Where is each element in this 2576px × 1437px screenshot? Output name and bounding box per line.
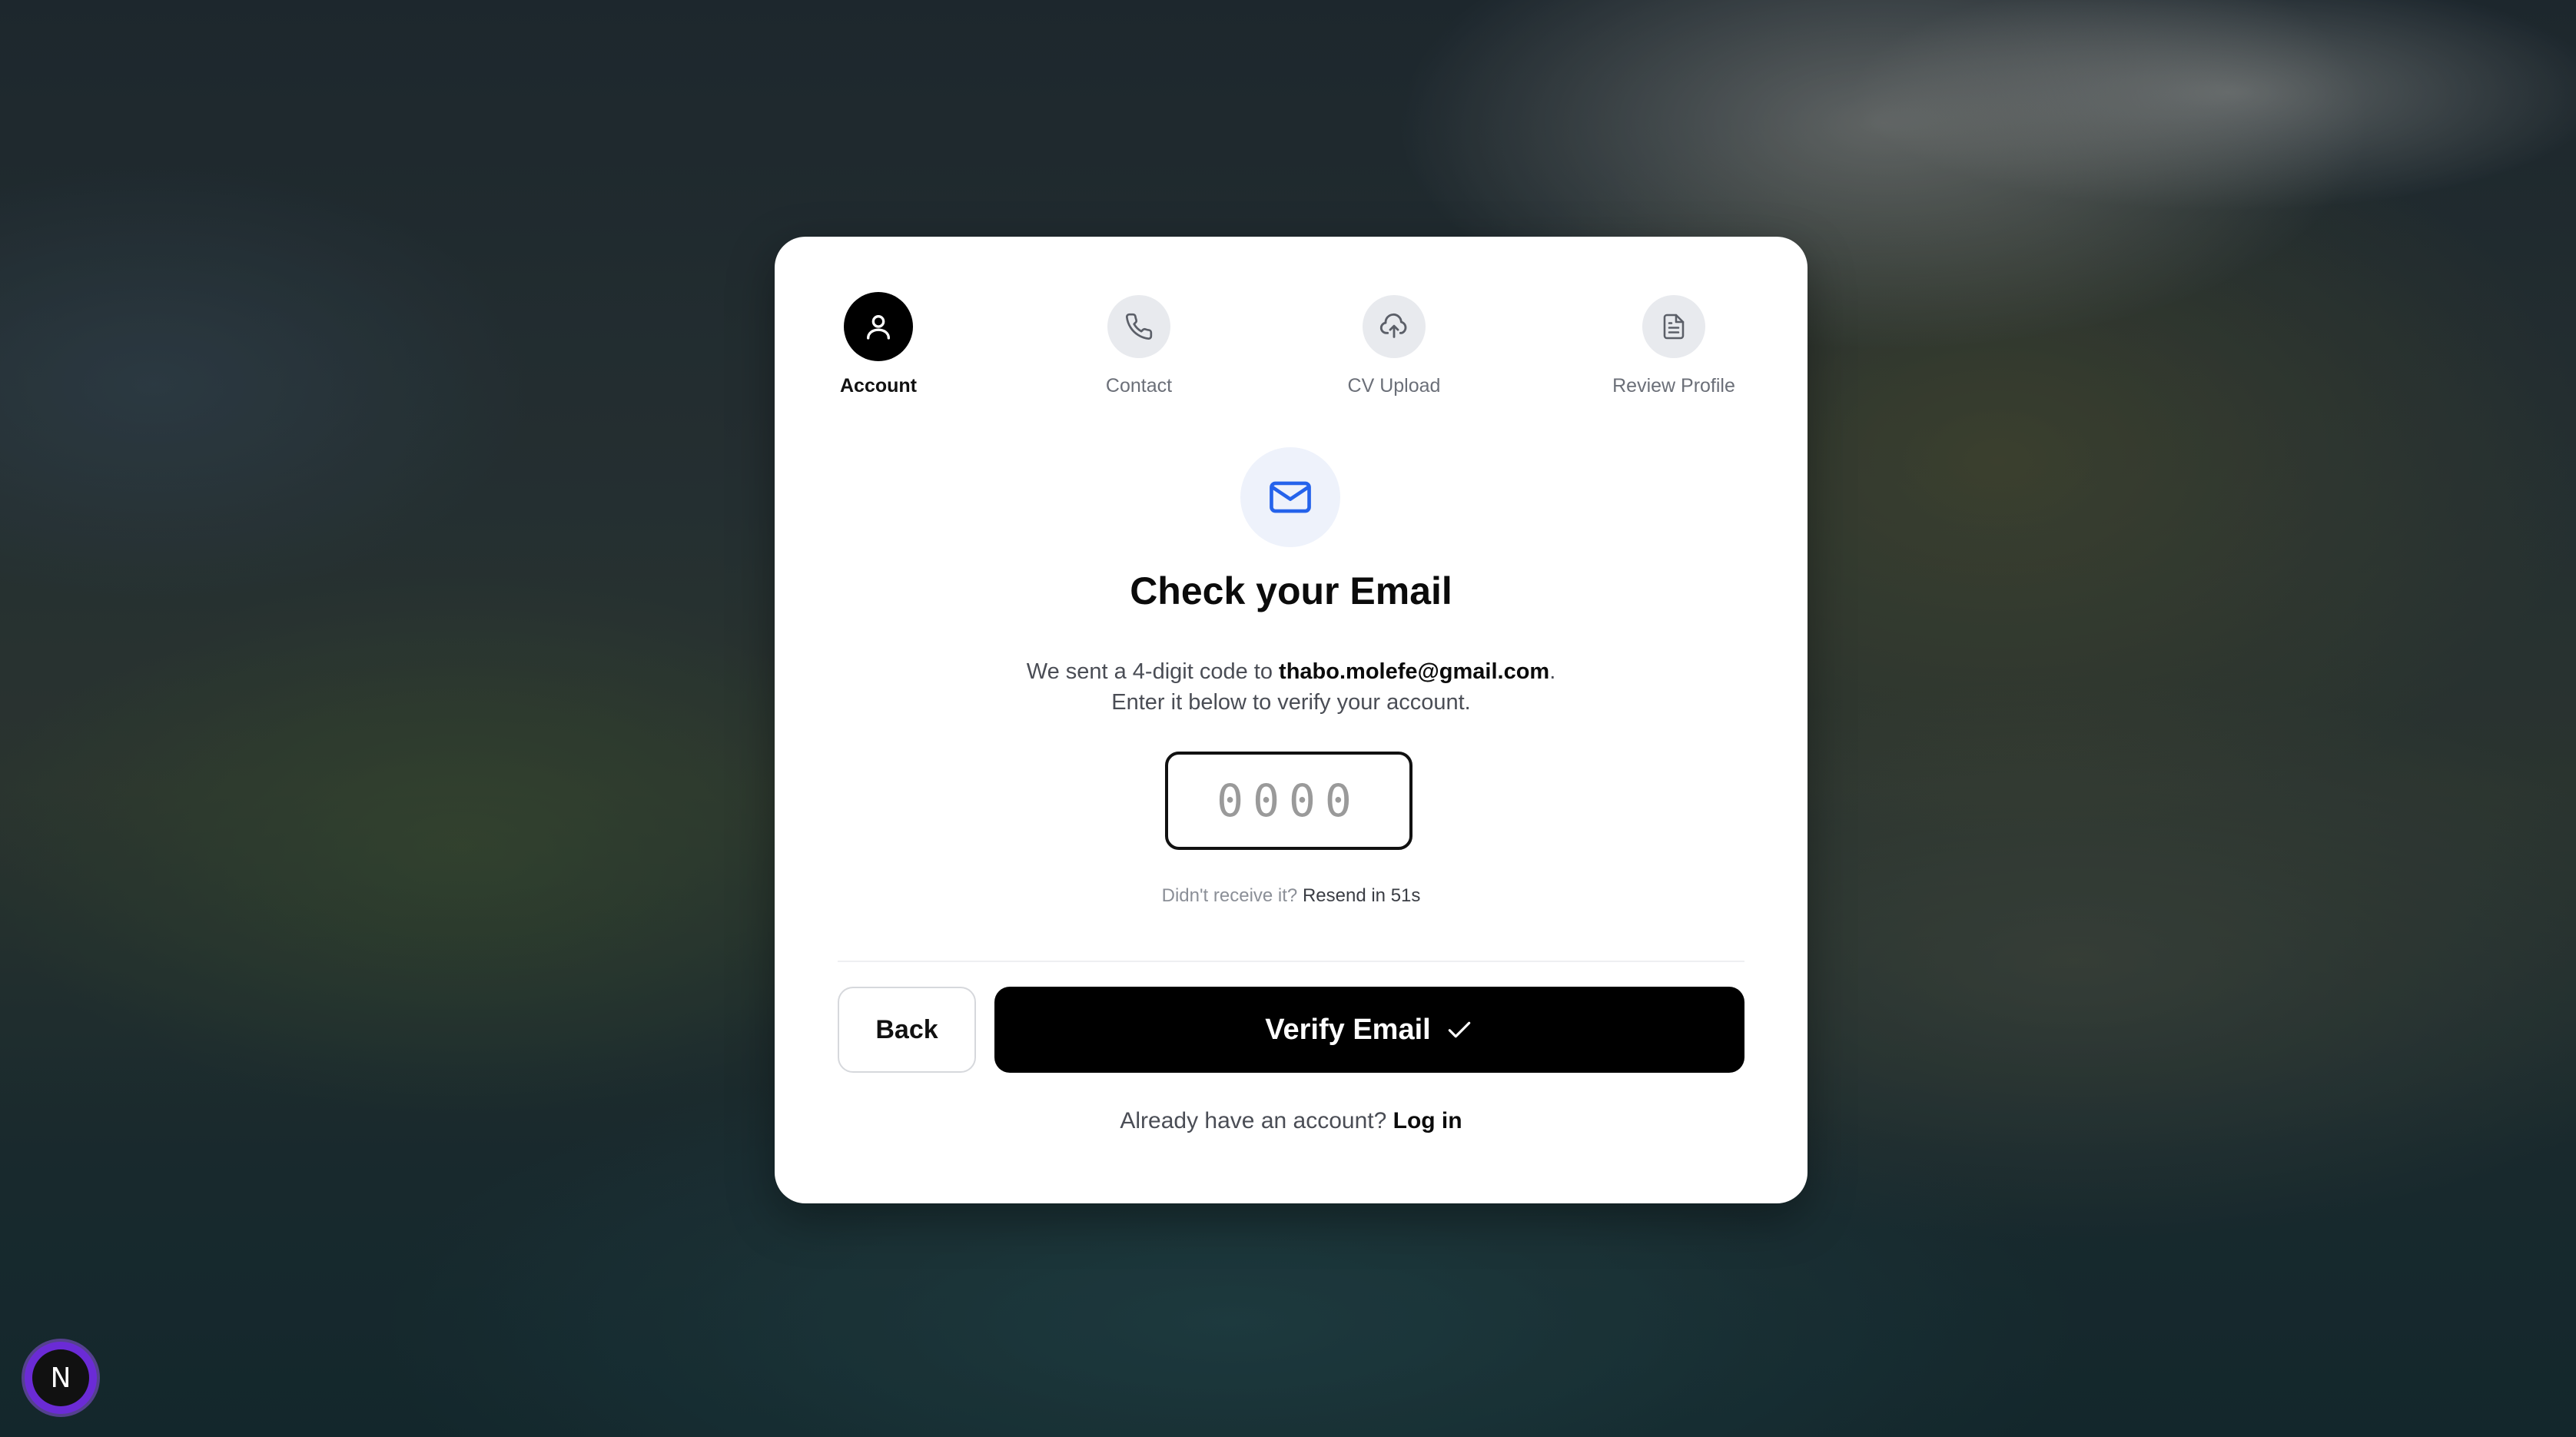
step-account[interactable]: Account [778,292,978,397]
verify-email-label: Verify Email [1265,1013,1431,1046]
login-prompt: Already have an account? Log in [775,1108,1808,1134]
login-prompt-text: Already have an account? [1120,1108,1387,1133]
step-account-label: Account [840,375,917,397]
step-account-circle [844,292,913,361]
description-suffix: . [1549,659,1556,684]
verify-email-button[interactable]: Verify Email [994,987,1744,1073]
step-review-profile-label: Review Profile [1612,375,1735,397]
divider [838,961,1744,962]
stepper: Account Contact CV Upload Review Profile [775,237,1808,413]
dev-tools-badge[interactable]: N [25,1342,97,1414]
step-review-profile[interactable]: Review Profile [1574,295,1774,397]
page-title: Check your Email [1130,569,1452,612]
user-icon [867,315,890,340]
cloud-upload-icon [1379,313,1407,338]
mail-badge [1240,447,1340,547]
mail-icon [1270,481,1311,513]
signup-card: Account Contact CV Upload Review Profile… [775,237,1808,1203]
verification-description: We sent a 4-digit code to thabo.molefe@g… [775,656,1808,718]
resend-countdown[interactable]: Resend in 51s [1303,885,1420,906]
description-prefix: We sent a 4-digit code to [1026,659,1280,684]
step-contact[interactable]: Contact [1039,295,1239,397]
resend-prompt: Didn't receive it? [1161,885,1298,906]
description-line-2: Enter it below to verify your account. [1111,690,1471,715]
email-address: thabo.molefe@gmail.com [1279,659,1550,684]
phone-icon [1125,313,1153,340]
n-logo-icon: N [32,1349,89,1406]
check-icon [1448,1021,1470,1038]
step-cv-upload[interactable]: CV Upload [1294,295,1494,397]
step-cv-upload-circle [1363,295,1426,358]
document-icon [1663,314,1685,340]
verification-code-input[interactable] [1180,774,1398,828]
step-review-profile-circle [1642,295,1705,358]
resend-line: Didn't receive it? Resend in 51s [775,885,1808,907]
code-input-box[interactable] [1165,752,1412,850]
back-button[interactable]: Back [838,987,976,1073]
step-cv-upload-label: CV Upload [1347,375,1441,397]
description-line-1: We sent a 4-digit code to thabo.molefe@g… [775,656,1808,687]
step-contact-label: Contact [1105,375,1173,397]
login-link[interactable]: Log in [1393,1108,1462,1133]
step-contact-circle [1107,295,1170,358]
